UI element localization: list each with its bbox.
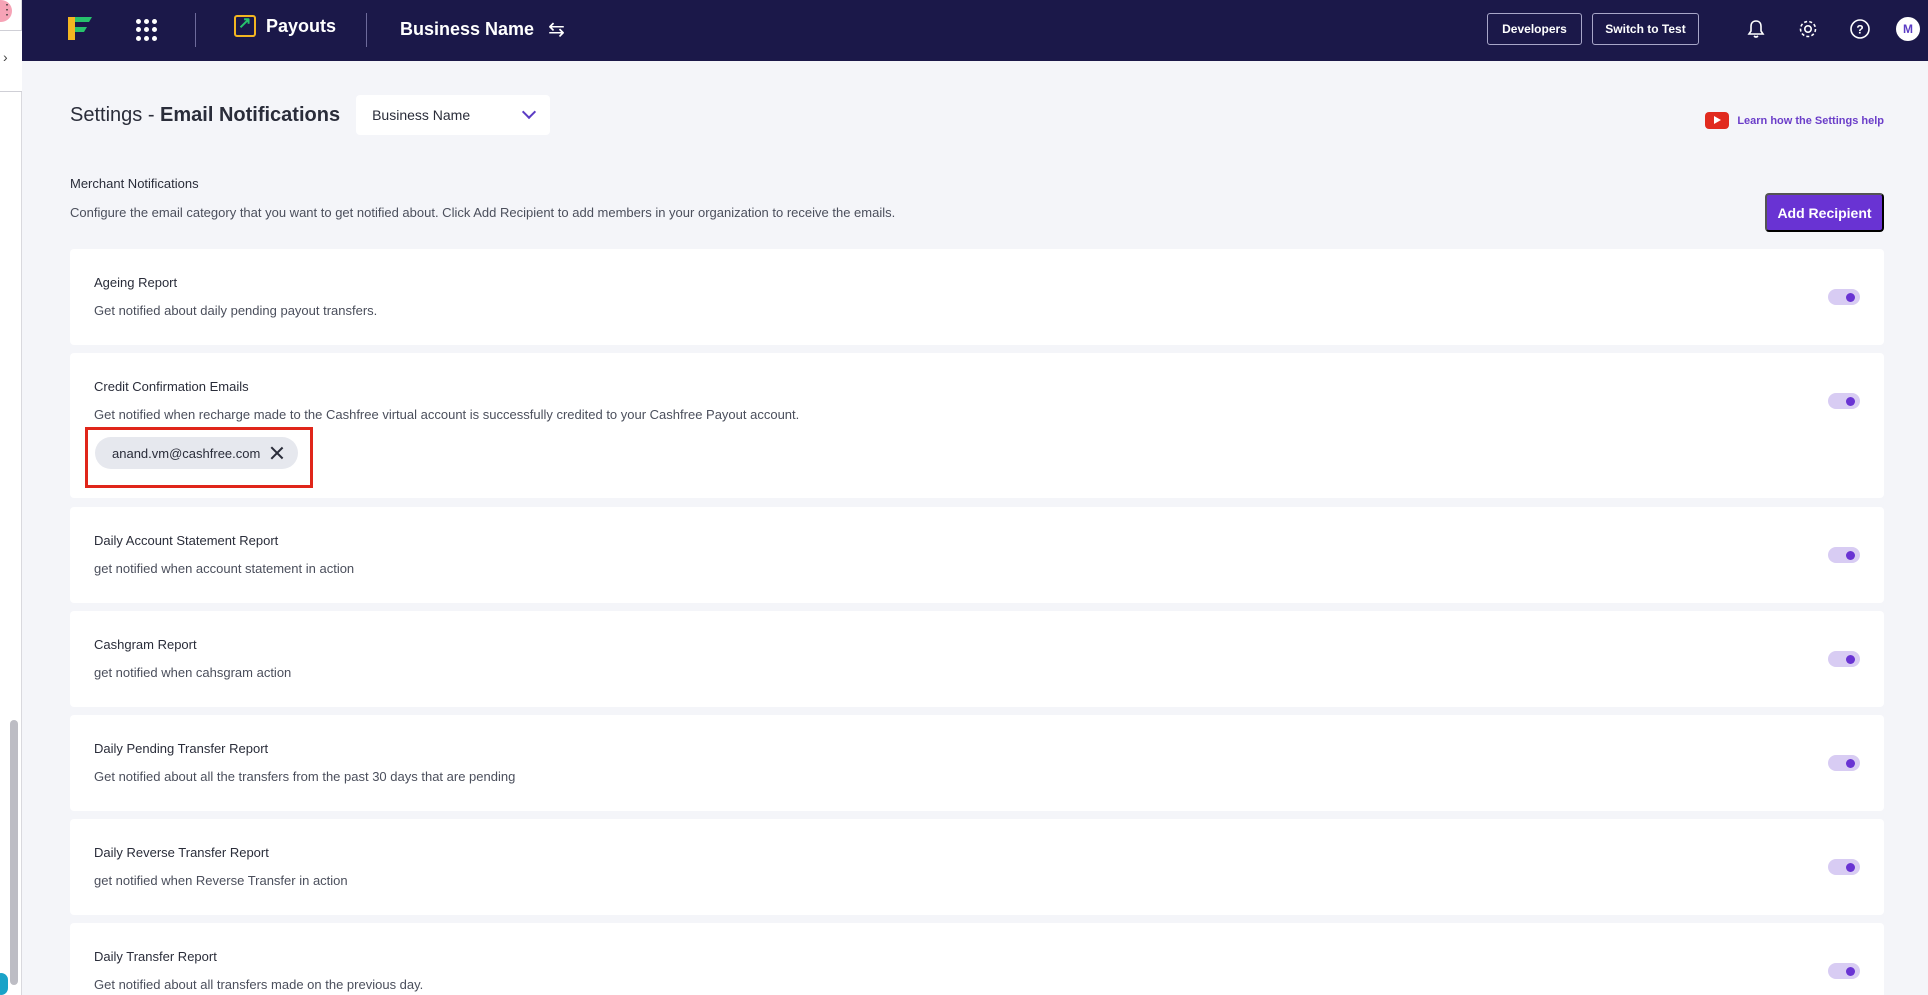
notification-toggle[interactable] — [1828, 651, 1860, 667]
add-recipient-button[interactable]: Add Recipient — [1765, 193, 1884, 232]
close-icon[interactable] — [270, 446, 284, 460]
chevron-down-icon — [522, 104, 537, 120]
product-name: Payouts — [266, 15, 337, 36]
cashfree-logo-icon[interactable] — [65, 13, 95, 43]
recipient-chip: anand.vm@cashfree.com — [95, 437, 299, 469]
bell-icon[interactable] — [1744, 17, 1768, 41]
title-prefix: Settings - — [70, 103, 161, 126]
section-description: Configure the email category that you wa… — [70, 205, 896, 220]
notification-title: Ageing Report — [94, 275, 178, 290]
notification-toggle[interactable] — [1828, 393, 1860, 409]
learn-link-label: Learn how the Settings help — [1737, 114, 1884, 127]
notification-title: Daily Pending Transfer Report — [94, 741, 269, 756]
notification-title: Daily Account Statement Report — [94, 533, 279, 548]
notification-description: get notified when cahsgram action — [94, 665, 292, 680]
notification-title: Cashgram Report — [94, 637, 197, 652]
notification-card: Daily Reverse Transfer Report get notifi… — [70, 819, 1884, 915]
payouts-icon — [234, 13, 256, 37]
product-switcher[interactable]: Payouts — [234, 13, 337, 37]
notification-toggle[interactable] — [1828, 963, 1860, 979]
business-name: Business Name — [400, 19, 535, 39]
swap-icon[interactable]: ⇆ — [548, 17, 565, 42]
notification-description: get notified when account statement in a… — [94, 561, 355, 576]
notification-description: Get notified about daily pending payout … — [94, 303, 378, 318]
youtube-icon — [1705, 112, 1730, 129]
page-title: Settings - Email Notifications — [70, 104, 340, 127]
notification-card: Ageing Report Get notified about daily p… — [70, 249, 1884, 345]
business-select-value: Business Name — [372, 107, 471, 123]
avatar[interactable]: M — [1896, 17, 1920, 41]
notification-toggle[interactable] — [1828, 289, 1860, 305]
notification-description: Get notified about all transfers made on… — [94, 977, 424, 992]
notification-toggle[interactable] — [1828, 547, 1860, 563]
notification-description: get notified when Reverse Transfer in ac… — [94, 873, 348, 888]
notification-title: Daily Transfer Report — [94, 949, 217, 964]
gear-icon[interactable] — [1796, 17, 1820, 41]
notification-title: Credit Confirmation Emails — [94, 379, 249, 394]
help-icon[interactable]: ? — [1848, 17, 1872, 41]
notification-card: Daily Transfer Report Get notified about… — [70, 923, 1884, 995]
notification-toggle[interactable] — [1828, 755, 1860, 771]
notification-title: Daily Reverse Transfer Report — [94, 845, 269, 860]
collapse-tab[interactable] — [0, 30, 22, 92]
help-bubble-icon[interactable] — [0, 973, 8, 995]
nav-divider — [366, 13, 367, 47]
title-main: Email Notifications — [160, 103, 341, 126]
page-header: Settings - Email Notifications Business … — [70, 95, 551, 135]
scrollbar[interactable] — [10, 720, 18, 985]
business-switcher[interactable]: Business Name ⇆ — [400, 17, 565, 42]
notification-description: Get notified about all the transfers fro… — [94, 769, 516, 784]
recipient-email: anand.vm@cashfree.com — [112, 445, 261, 461]
notification-card: Daily Pending Transfer Report Get notifi… — [70, 715, 1884, 811]
menu-dots-icon[interactable] — [0, 0, 14, 22]
apps-grid-icon[interactable] — [136, 19, 158, 41]
notification-toggle[interactable] — [1828, 859, 1860, 875]
section-title: Merchant Notifications — [70, 176, 199, 191]
top-navigation: Payouts Business Name ⇆ Developers Switc… — [22, 0, 1928, 61]
notification-card: Cashgram Report get notified when cahsgr… — [70, 611, 1884, 707]
developers-button[interactable]: Developers — [1487, 13, 1582, 45]
svg-text:?: ? — [1856, 23, 1863, 37]
learn-settings-link[interactable]: Learn how the Settings help — [1705, 112, 1884, 129]
notification-card: Daily Account Statement Report get notif… — [70, 507, 1884, 603]
notification-description: Get notified when recharge made to the C… — [94, 407, 800, 422]
notification-card: Credit Confirmation Emails Get notified … — [70, 353, 1884, 498]
business-select[interactable]: Business Name — [356, 95, 551, 135]
nav-divider — [195, 13, 196, 47]
switch-to-test-button[interactable]: Switch to Test — [1592, 13, 1699, 45]
browser-side-strip — [0, 0, 22, 995]
